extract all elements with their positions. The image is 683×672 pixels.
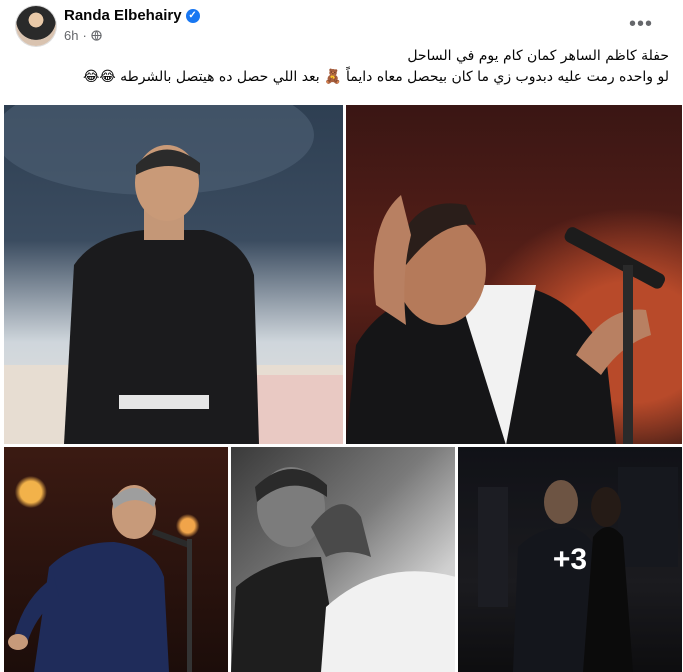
singer-reading-image [4, 105, 343, 444]
caption-line: حفلة كاظم الساهر كمان كام يوم في الساحل [407, 48, 669, 64]
singer-portrait-bw-image [231, 467, 455, 672]
singer-performing-image [346, 195, 666, 444]
more-options-icon[interactable]: ••• [623, 12, 659, 36]
globe-icon[interactable] [91, 30, 102, 41]
post-time[interactable]: 6h [64, 28, 78, 43]
post-photo-2[interactable] [346, 105, 682, 444]
more-photos-overlay[interactable]: +3 [458, 447, 682, 672]
author-avatar[interactable] [16, 6, 56, 46]
singer-stage-blue-suit-image [8, 485, 192, 672]
post-photo-1[interactable] [4, 105, 343, 444]
more-photos-count: +3 [552, 542, 588, 576]
post-caption: حفلة كاظم الساهر كمان كام يوم في الساحل … [29, 46, 669, 88]
meta-separator: · [82, 28, 87, 43]
post-photo-3[interactable] [4, 447, 228, 672]
post-photo-4[interactable] [231, 447, 455, 672]
post-photo-5[interactable]: +3 [458, 447, 682, 672]
verified-badge-icon: ✓ [185, 8, 200, 23]
post-meta: 6h · [64, 28, 102, 43]
facebook-post: Randa Elbehairy ✓ 6h · ••• حفلة كاظم الس… [0, 0, 683, 672]
caption-line: لو واحده رمت عليه دبدوب زي ما كان بيحصل … [82, 69, 669, 85]
author-name[interactable]: Randa Elbehairy [64, 7, 182, 24]
post-author: Randa Elbehairy ✓ [64, 7, 200, 24]
